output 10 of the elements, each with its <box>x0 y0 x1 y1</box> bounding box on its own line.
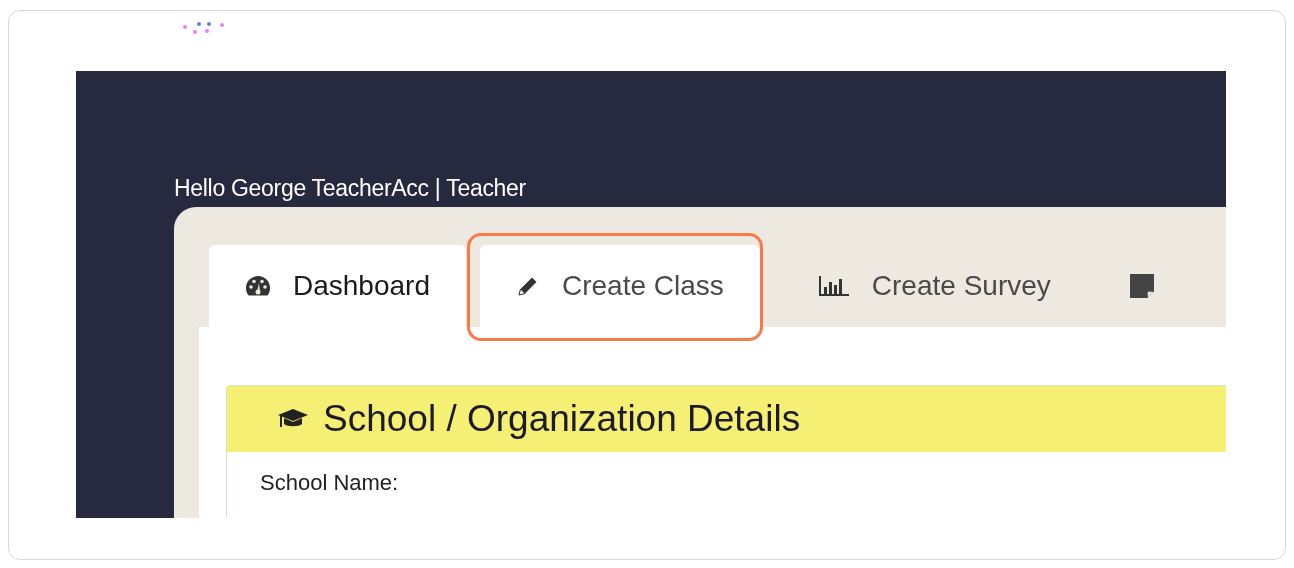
gauge-icon <box>245 275 271 297</box>
tab[interactable]: Create Class <box>480 245 760 327</box>
bar-chart-icon <box>817 275 850 297</box>
tab[interactable]: Dashboard <box>209 245 466 327</box>
dots-logo-icon <box>183 22 224 34</box>
note-icon <box>1128 273 1155 299</box>
field-label: School Name: <box>260 470 400 496</box>
tab[interactable]: Create Survey <box>781 245 1087 327</box>
greeting-text: Hello George TeacherAcc | Teacher <box>174 175 527 202</box>
card-title: School / Organization Details <box>323 398 801 440</box>
